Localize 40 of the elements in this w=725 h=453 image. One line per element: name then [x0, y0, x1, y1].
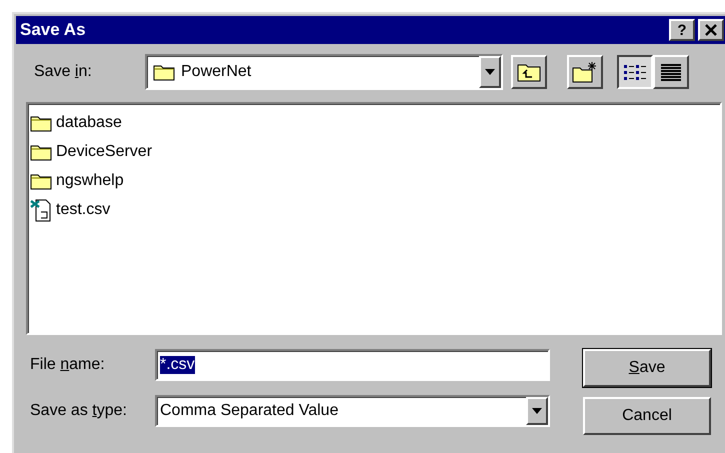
list-button[interactable] — [617, 55, 653, 89]
item-name: database — [56, 114, 122, 132]
item-name: test.csv — [56, 200, 110, 218]
document-icon — [30, 198, 52, 222]
folder-icon — [30, 142, 52, 160]
file-name-field[interactable]: *.csv — [155, 349, 550, 381]
dropdown-button[interactable] — [479, 56, 501, 88]
new-folder-button[interactable] — [567, 55, 603, 89]
save-button[interactable]: Save — [583, 349, 711, 387]
new-folder-icon — [572, 61, 598, 83]
file-name-label: File name: — [30, 356, 106, 374]
folder-item[interactable]: DeviceServer — [30, 137, 718, 166]
file-item[interactable]: test.csv — [30, 195, 718, 224]
dropdown-arrow-icon — [485, 69, 495, 75]
list-view-icon — [623, 62, 647, 82]
up-folder-icon — [517, 62, 541, 82]
save-as-type-dropdown[interactable]: Comma Separated Value — [155, 395, 550, 427]
folder-icon — [153, 63, 175, 81]
details-button[interactable] — [653, 55, 689, 89]
selected-text: *.csv — [160, 356, 195, 374]
folder-icon — [30, 114, 52, 132]
folder-item[interactable]: ngswhelp — [30, 166, 718, 195]
folder-icon — [30, 172, 52, 190]
close-button[interactable] — [698, 19, 724, 41]
dropdown-arrow-icon — [532, 408, 542, 414]
dropdown-button[interactable] — [526, 397, 548, 425]
folder-item[interactable]: database — [30, 108, 718, 137]
window-title: Save As — [20, 20, 87, 40]
folder-name: PowerNet — [181, 63, 252, 81]
details-view-icon — [659, 62, 683, 82]
save-in-dropdown[interactable]: PowerNet — [145, 54, 503, 90]
save-in-label: Save in: — [34, 63, 93, 81]
help-button[interactable]: ? — [669, 19, 695, 41]
type-value: Comma Separated Value — [160, 402, 340, 420]
item-name: DeviceServer — [56, 142, 152, 160]
close-icon — [705, 24, 717, 36]
up-button[interactable] — [511, 55, 547, 89]
item-name: ngswhelp — [56, 172, 124, 190]
save-as-type-label: Save as type: — [30, 402, 128, 420]
cancel-button[interactable]: Cancel — [583, 397, 711, 435]
